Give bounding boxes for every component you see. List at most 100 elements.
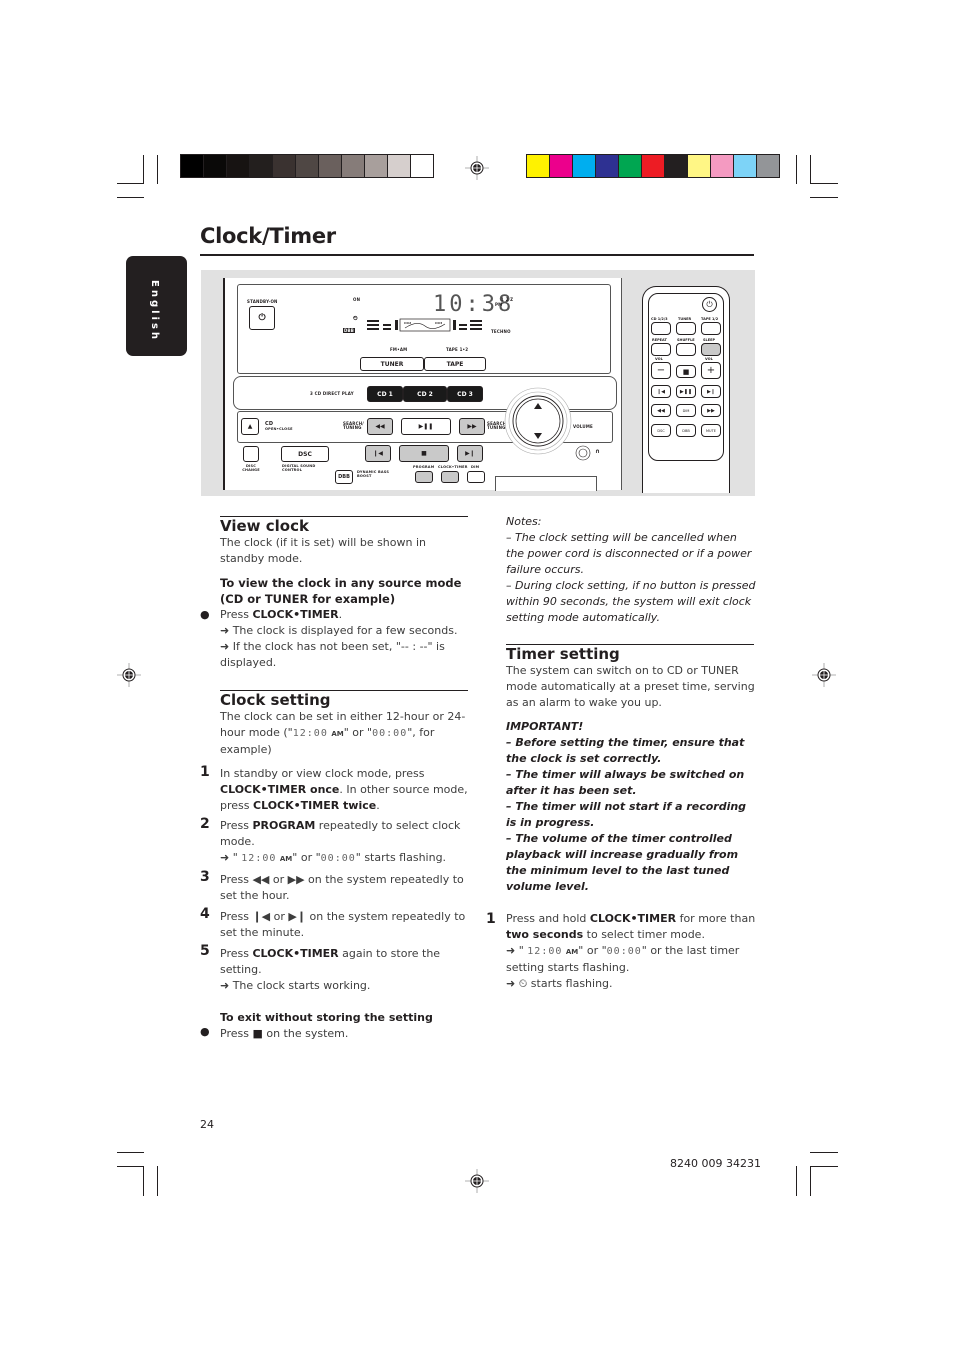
disc-change-label: DISC CHANGE <box>242 464 260 472</box>
calibration-swatch <box>757 155 779 177</box>
crop-mark <box>117 1166 144 1167</box>
view-clock-step: Press CLOCK•TIMER. <box>220 608 343 621</box>
calibration-swatch <box>388 155 411 177</box>
remote-ffwd-button: ▶▶ <box>701 404 721 417</box>
remote-control: ⏻ CD 1/2/3 TUNER TAPE 1/2 REPEAT SHUFFLE… <box>642 286 730 493</box>
document-code: 8240 009 34231 <box>670 1157 761 1170</box>
crop-mark <box>796 155 797 184</box>
note-item: – During clock setting, if no button is … <box>506 579 756 624</box>
clock-step-2-result: ➜ " 12:00 AM" or "00:00" starts flashing… <box>220 851 447 864</box>
tape-deck-slot <box>495 476 597 491</box>
timer-setting-intro: The system can switch on to CD or TUNER … <box>506 664 755 709</box>
play-pause-icon: ▶❚❚ <box>679 388 693 395</box>
timer-setting-section: Timer setting The system can switch on t… <box>506 645 758 992</box>
calibration-swatch <box>319 155 342 177</box>
crop-mark <box>810 1166 811 1196</box>
calibration-swatch <box>181 155 204 177</box>
calibration-swatch <box>619 155 642 177</box>
remote-tape-button <box>701 322 721 335</box>
calibration-swatch <box>527 155 550 177</box>
bullet-icon: ● <box>200 608 210 621</box>
remote-label-sleep: SLEEP <box>703 338 716 342</box>
calibration-swatch <box>642 155 665 177</box>
view-clock-intro: The clock (if it is set) will be shown i… <box>220 536 427 565</box>
on-indicator: ON <box>353 297 361 302</box>
step-number: 5 <box>200 943 210 959</box>
remote-label-repeat: REPEAT <box>652 338 667 342</box>
bullet-icon: ● <box>200 1025 210 1038</box>
fast-forward-icon: ▶▶ <box>467 423 477 430</box>
fast-forward-button: ▶▶ <box>459 418 485 435</box>
remote-sleep-button <box>701 343 721 356</box>
stop-icon: ■ <box>682 367 690 376</box>
standby-on-button: ⏻ <box>249 306 275 330</box>
remote-vol-label: VOL <box>655 357 663 361</box>
notes-section: Notes: – The clock setting will be cance… <box>506 514 758 626</box>
crop-mark <box>810 183 838 184</box>
registration-mark-icon <box>465 156 489 180</box>
tape-button: TAPE <box>424 357 486 371</box>
crop-mark <box>810 1152 838 1153</box>
calibration-swatch <box>296 155 319 177</box>
remote-vol-minus-button: − <box>651 362 671 379</box>
fast-forward-icon: ▶▶ <box>707 407 715 414</box>
crop-mark <box>117 197 144 198</box>
power-icon: ⏻ <box>258 313 266 323</box>
view-clock-result-2: ➜ If the clock has not been set, "-- : -… <box>220 640 445 669</box>
cd2-button: CD 2 <box>403 386 447 402</box>
calibration-swatch <box>273 155 296 177</box>
language-tab-label: English <box>149 280 160 343</box>
calibration-swatch <box>550 155 573 177</box>
tuner-button: TUNER <box>360 357 424 371</box>
timer-step-1-result-1: ➜ " 12:00 AM" or "00:00" or the last tim… <box>506 944 740 974</box>
dsc-button: DSC <box>281 446 329 462</box>
crop-mark <box>157 155 158 184</box>
registration-mark-icon <box>812 663 836 687</box>
important-label: IMPORTANT! <box>506 720 584 733</box>
clock-timer-label: CLOCK•TIMER <box>438 465 468 469</box>
calibration-swatch <box>596 155 619 177</box>
clock-step-1: In standby or view clock mode, press CLO… <box>220 767 468 812</box>
clock-step-5-result: ➜ The clock starts working. <box>220 979 371 992</box>
calibration-swatch <box>573 155 596 177</box>
timer-setting-heading: Timer setting <box>506 645 620 663</box>
eject-button: ▲ <box>241 418 259 435</box>
remote-rewind-button: ◀◀ <box>651 404 671 417</box>
remote-next-button: ▶❙ <box>701 385 721 398</box>
tape-sub-label: TAPE 1•2 <box>446 347 469 352</box>
clock-step-2: Press PROGRAM repeatedly to select clock… <box>220 819 461 848</box>
program-label: PROGRAM <box>413 465 435 469</box>
search-tuning-left-label: SEARCH/ TUNING <box>343 421 364 430</box>
registration-mark-icon <box>465 1169 489 1193</box>
remote-vol-plus-button: + <box>701 362 721 379</box>
calibration-swatch <box>250 155 273 177</box>
cd3-indicator: CD3 <box>435 321 443 325</box>
remote-prev-button: ❙◀ <box>651 385 671 398</box>
remote-label-tuner: TUNER <box>678 317 692 321</box>
disc-change-button <box>243 446 259 462</box>
dim-button <box>467 471 485 483</box>
clock-setting-heading: Clock setting <box>220 691 331 709</box>
rewind-icon: ◀◀ <box>657 407 665 414</box>
remote-stop-button: ■ <box>676 365 696 378</box>
language-tab: English <box>126 256 187 356</box>
display-techno: TECHNO <box>491 329 511 334</box>
remote-label-shuffle: SHUFFLE <box>677 338 695 342</box>
calibration-swatch <box>365 155 388 177</box>
rewind-icon: ◀◀ <box>375 423 385 430</box>
crop-mark <box>117 183 144 184</box>
prev-preset-button: ❙◀ <box>365 445 391 462</box>
page-number: 24 <box>200 1118 214 1131</box>
stop-icon: ■ <box>421 450 427 457</box>
volume-label: VOLUME <box>573 424 593 429</box>
gray-calibration-bar <box>180 154 434 178</box>
crop-mark <box>143 155 144 184</box>
crop-mark <box>810 155 811 184</box>
calibration-swatch <box>711 155 734 177</box>
display-pm: PM <box>495 302 503 307</box>
step-number: 4 <box>200 906 210 922</box>
clock-step-5: Press CLOCK•TIMER again to store the set… <box>220 947 441 976</box>
notes-label: Notes: <box>506 515 542 528</box>
exit-heading: To exit without storing the setting <box>220 1011 433 1024</box>
band-stop-button: ■ <box>399 445 449 462</box>
